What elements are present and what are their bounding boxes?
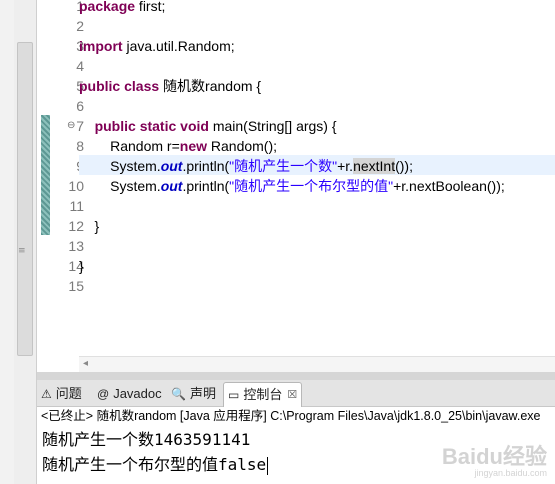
code-token: System. (79, 178, 161, 194)
outer-scrollbar-thumb[interactable] (17, 42, 33, 356)
console-output-line: 随机产生一个布尔型的值false (42, 453, 269, 477)
code-token: import (79, 38, 123, 54)
output-label: 随机产生一个布尔型的值 (42, 457, 219, 474)
code-line[interactable]: Random r=new Random(); (79, 136, 277, 156)
grip-icon: ≡ (18, 246, 26, 256)
code-token: +r. (337, 158, 354, 174)
console-tab-bar: ⚠ 问题 @ Javadoc 🔍 声明 ▭ 控制台 ☒ (37, 380, 555, 407)
code-token: .println( (182, 158, 230, 174)
outer-scrollbar[interactable]: ≡ (14, 0, 37, 484)
code-token: class (124, 78, 160, 94)
tab-javadoc[interactable]: @ Javadoc (97, 383, 162, 405)
code-token: ()); (395, 158, 413, 174)
close-icon[interactable]: ☒ (287, 384, 297, 406)
code-token: void (180, 118, 209, 134)
code-token: java.util.Random; (122, 38, 235, 54)
code-token: Random(); (207, 138, 278, 154)
tab-label: 声明 (189, 386, 216, 401)
baidu-watermark: Baidu经验 jingyan.baidu.com (442, 439, 547, 478)
javadoc-icon: @ (97, 387, 110, 401)
code-line[interactable]: public static void main(String[] args) { (79, 116, 337, 136)
code-token: public (79, 78, 121, 94)
code-token: System. (79, 158, 161, 174)
code-line[interactable]: package first; (79, 0, 165, 16)
code-line[interactable]: public class 随机数random { (79, 76, 261, 96)
watermark-main: Baidu经验 (441, 444, 547, 469)
code-token: main(String[] args) { (208, 118, 337, 134)
code-line[interactable]: import java.util.Random; (79, 36, 235, 56)
code-token: nextInt (353, 158, 396, 174)
output-value: false (218, 455, 267, 474)
code-token: Random r= (79, 138, 180, 154)
console-output-line: 随机产生一个数1463591141 (42, 428, 250, 452)
code-token: "随机产生一个布尔型的值" (229, 178, 394, 194)
code-token: new (179, 138, 207, 154)
code-token: 随机数random { (159, 78, 262, 94)
watermark-sub: jingyan.baidu.com (474, 468, 547, 478)
change-ruler (37, 0, 54, 372)
code-token: } (79, 218, 100, 234)
fold-collapse-icon[interactable]: ⊖ (67, 120, 77, 131)
console-process-header: <已终止> 随机数random [Java 应用程序] C:\Program F… (37, 407, 555, 426)
code-token: out (160, 178, 183, 194)
code-token: .println( (182, 178, 230, 194)
console-output[interactable]: Baidu经验 jingyan.baidu.com 随机产生一个数1463591… (37, 426, 555, 484)
output-value: 1463591141 (154, 430, 251, 449)
scroll-left-icon[interactable]: ◂ (83, 358, 88, 369)
code-text-area[interactable]: package first; import java.util.Random; pu… (79, 0, 555, 356)
tab-declaration[interactable]: 🔍 声明 (171, 383, 216, 405)
panel-separator[interactable] (37, 372, 555, 380)
declaration-icon: 🔍 (171, 387, 186, 401)
horizontal-scrollbar[interactable]: ◂ (79, 356, 555, 373)
tab-label: 问题 (55, 386, 82, 401)
code-token: first; (135, 0, 166, 14)
tab-console[interactable]: ▭ 控制台 ☒ (223, 382, 303, 407)
code-line[interactable]: } (79, 216, 100, 236)
code-token: +r.nextBoolean()); (393, 178, 505, 194)
code-token: package (79, 0, 136, 14)
code-token: static (139, 118, 177, 134)
tab-problems[interactable]: ⚠ 问题 (41, 383, 82, 405)
outer-gutter (0, 0, 15, 484)
tab-label: Javadoc (113, 386, 162, 401)
change-marker (41, 115, 50, 235)
code-token: "随机产生一个数" (229, 158, 338, 174)
code-editor[interactable]: 123456789101112131415 ⊖ package first;im… (37, 0, 555, 373)
code-token: out (160, 158, 183, 174)
tab-label: 控制台 (243, 387, 283, 402)
code-token: } (79, 258, 84, 274)
code-line[interactable]: System.out.println("随机产生一个布尔型的值"+r.nextB… (79, 176, 505, 196)
console-icon: ▭ (228, 388, 240, 402)
code-line[interactable]: System.out.println("随机产生一个数"+r.nextInt()… (79, 156, 413, 176)
problems-icon: ⚠ (41, 387, 52, 401)
output-label: 随机产生一个数 (42, 432, 155, 449)
code-line[interactable]: } (79, 256, 84, 276)
text-cursor (267, 456, 269, 475)
code-token: public (94, 118, 136, 134)
